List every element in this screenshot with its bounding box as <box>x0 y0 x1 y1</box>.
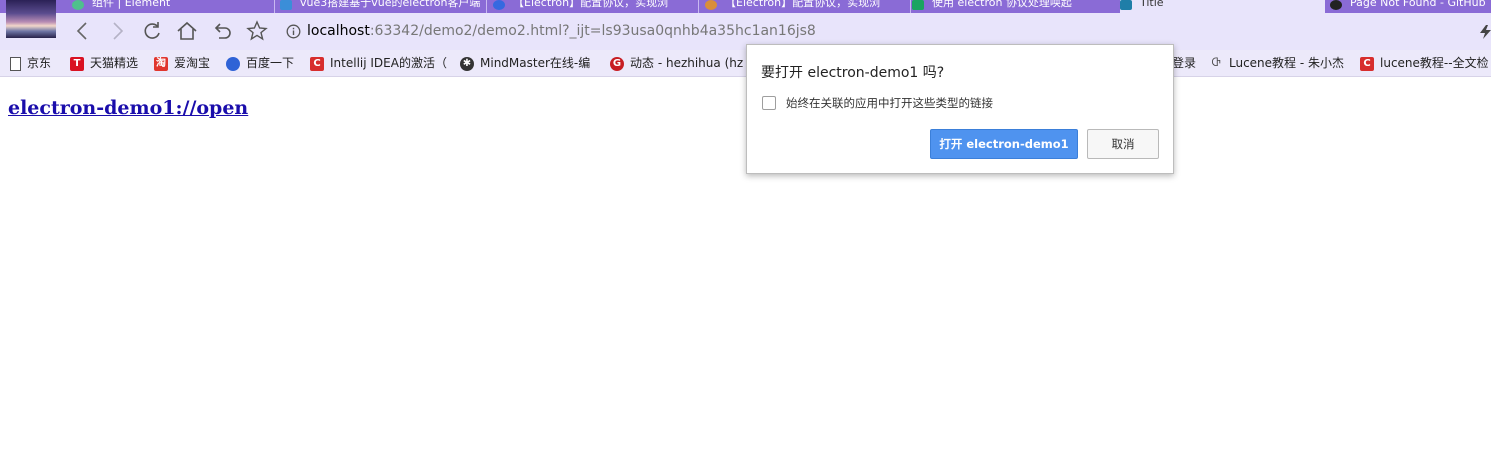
undo-close-tab-button[interactable] <box>208 18 236 44</box>
reload-button[interactable] <box>138 18 166 44</box>
info-icon[interactable] <box>286 24 301 39</box>
arrow-right-icon <box>113 22 124 40</box>
home-button[interactable] <box>173 18 201 44</box>
tab-separator <box>698 0 699 13</box>
electron-protocol-link[interactable]: electron-demo1://open <box>8 97 248 119</box>
bookmark-tmall[interactable]: T 天猫精选 <box>70 50 138 76</box>
bookmark-label: 动态 - hezhihua (hz <box>630 56 744 70</box>
bookmark-intellij[interactable]: C Intellij IDEA的激活（ <box>310 50 447 76</box>
tab-label: 【Electron】配置协议，实现浏 <box>513 0 669 9</box>
bookmark-baidu[interactable]: 百度一下 <box>226 50 294 76</box>
tab-element[interactable]: 组件 | Element <box>72 0 272 13</box>
doc-icon <box>280 0 292 10</box>
bookmark-label: 京东 <box>27 56 52 70</box>
bookmark-label: 爱淘宝 <box>174 56 211 70</box>
webstorm-icon <box>1120 0 1132 10</box>
globe-icon <box>493 0 505 10</box>
bookmark-label: Lucene教程 - 朱小杰 <box>1229 56 1345 70</box>
bookmark-label: MindMaster在线-编 <box>480 56 591 70</box>
bookmark-lucene-csdn[interactable]: Clucene教程--全文检 <box>1360 50 1489 76</box>
bookmark-aitaobao[interactable]: 淘爱淘宝 <box>154 50 210 76</box>
tab-label: 使用 electron 协议处理唤起 <box>932 0 1072 9</box>
taobao-icon: 淘 <box>154 56 168 71</box>
dialog-title: 要打开 electron-demo1 吗? <box>761 65 945 81</box>
bookmark-label: Intellij IDEA的激活（ <box>330 56 447 70</box>
vue-icon <box>72 0 84 10</box>
tmall-icon: T <box>70 56 84 71</box>
sf-icon <box>912 0 924 10</box>
extension-icon[interactable] <box>1480 25 1491 39</box>
tab-label: Page Not Found - GitHub <box>1350 0 1486 9</box>
csdn-icon: C <box>310 56 324 71</box>
lucene-icon: Ⴇ <box>1211 57 1221 69</box>
tab-vue3[interactable]: vue3搭建基于vue的electron客户端 <box>280 0 480 13</box>
tab-separator <box>910 0 911 13</box>
tab-electron-protocol-2[interactable]: 【Electron】配置协议，实现浏 <box>705 0 905 13</box>
bookmark-label: lucene教程--全文检 <box>1380 56 1489 70</box>
bookmark-label: 登录 <box>1172 56 1197 70</box>
home-icon <box>177 21 197 40</box>
address-bar[interactable]: localhost:63342/demo2/demo2.html?_ijt=ls… <box>307 19 816 43</box>
always-open-checkbox[interactable] <box>762 96 776 110</box>
tab-github-404[interactable]: Page Not Found - GitHub <box>1330 0 1491 13</box>
always-open-label[interactable]: 始终在关联的应用中打开这些类型的链接 <box>786 95 993 111</box>
open-app-dialog: 要打开 electron-demo1 吗? 始终在关联的应用中打开这些类型的链接… <box>746 44 1174 174</box>
bookmark-jd[interactable]: 京东 <box>10 50 51 76</box>
csdn-icon: C <box>1360 56 1374 71</box>
tab-electron-handler[interactable]: 使用 electron 协议处理唤起 <box>912 0 1112 13</box>
undo-icon <box>214 23 231 39</box>
bookmark-gitee[interactable]: G 动态 - hezhihua (hz <box>610 50 743 76</box>
open-app-button[interactable]: 打开 electron-demo1 <box>930 129 1078 159</box>
profile-avatar[interactable] <box>6 0 56 38</box>
back-button[interactable] <box>69 18 97 44</box>
bookmark-star-button[interactable] <box>243 18 271 44</box>
gitee-icon: G <box>610 56 624 71</box>
tab-strip: 组件 | Element vue3搭建基于vue的electron客户端 【El… <box>0 0 1491 13</box>
bookmark-login[interactable]: 登录 <box>1172 50 1196 76</box>
tab-separator <box>274 0 275 13</box>
reload-icon <box>144 22 160 39</box>
bookmark-label: 天猫精选 <box>90 56 139 70</box>
star-icon <box>246 20 268 41</box>
site-icon <box>705 0 717 10</box>
bookmark-mindmaster[interactable]: ✱ MindMaster在线-编 <box>460 50 590 76</box>
url-host: localhost <box>307 23 370 39</box>
bookmark-lucene-tutorial[interactable]: Ⴇ Lucene教程 - 朱小杰 <box>1209 50 1344 76</box>
github-icon <box>1330 0 1342 10</box>
tab-label: 组件 | Element <box>92 0 171 9</box>
baidu-paw-icon <box>226 56 240 71</box>
tab-title-active[interactable]: Title × <box>1120 0 1325 13</box>
tab-label: vue3搭建基于vue的electron客户端 <box>300 0 480 9</box>
forward-button[interactable] <box>103 18 131 44</box>
tab-label: 【Electron】配置协议，实现浏 <box>725 0 881 9</box>
mindmaster-icon: ✱ <box>460 56 474 71</box>
tab-separator <box>486 0 487 13</box>
page-icon <box>10 56 21 71</box>
tab-label: Title <box>1140 0 1164 9</box>
tab-electron-protocol-1[interactable]: 【Electron】配置协议，实现浏 <box>493 0 693 13</box>
url-path: :63342/demo2/demo2.html?_ijt=ls93usa0qnh… <box>369 23 816 39</box>
bookmark-label: 百度一下 <box>246 56 295 70</box>
cancel-button[interactable]: 取消 <box>1087 129 1159 159</box>
arrow-left-icon <box>76 22 87 40</box>
